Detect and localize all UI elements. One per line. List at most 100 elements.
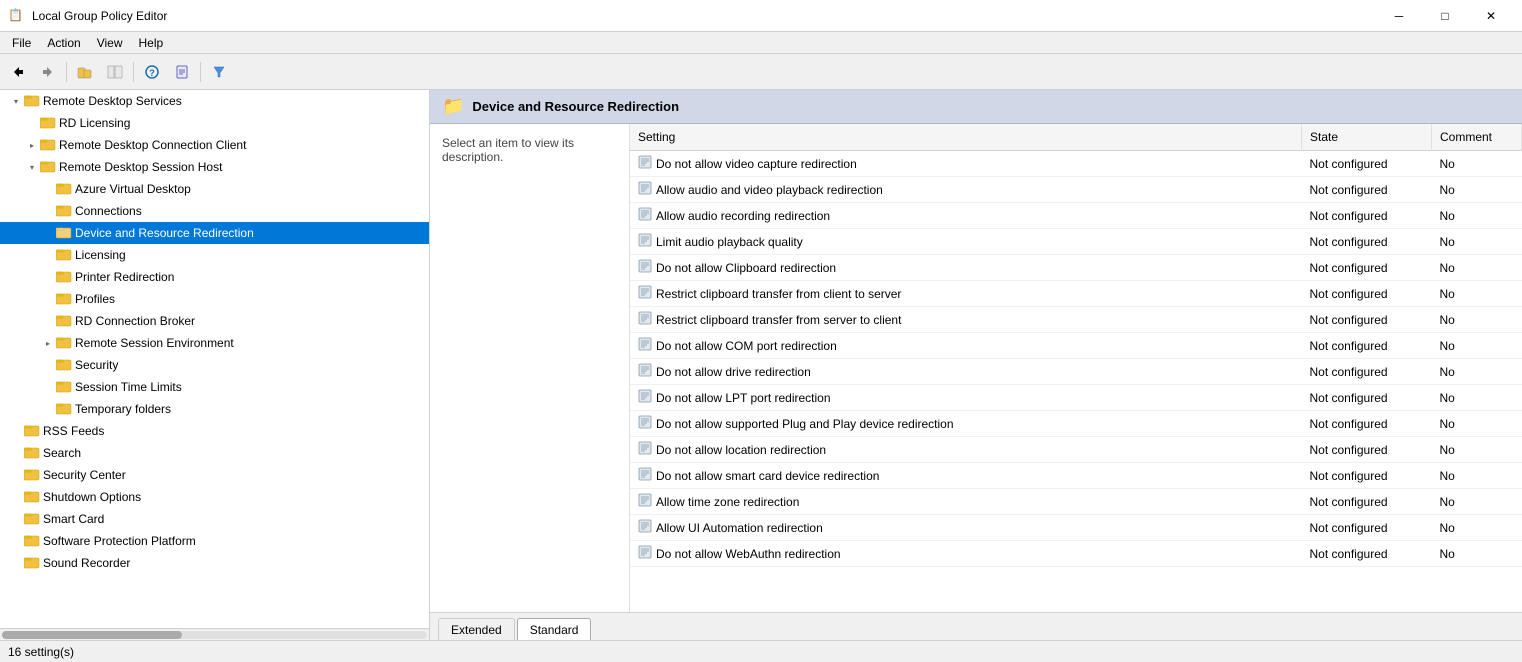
close-button[interactable]: ✕ [1468, 0, 1514, 32]
tree-item-search[interactable]: Search [0, 442, 429, 464]
policy-icon [638, 493, 652, 510]
minimize-button[interactable]: ─ [1376, 0, 1422, 32]
col-header-comment[interactable]: Comment [1432, 124, 1522, 151]
table-row[interactable]: Restrict clipboard transfer from client … [630, 281, 1522, 307]
tree-expand-device-and-resource-redirection [40, 225, 56, 241]
tree-item-connections[interactable]: Connections [0, 200, 429, 222]
policy-icon [638, 389, 652, 406]
table-row[interactable]: Allow UI Automation redirectionNot confi… [630, 515, 1522, 541]
help-icon: ? [145, 65, 159, 79]
col-header-setting[interactable]: Setting [630, 124, 1302, 151]
tree-panel-inner: ▾ Remote Desktop Services RD Licensing▸ … [0, 90, 429, 628]
tree-label-security-center: Security Center [43, 468, 126, 482]
tree-item-remote-desktop-connection-client[interactable]: ▸ Remote Desktop Connection Client [0, 134, 429, 156]
tree-item-device-and-resource-redirection[interactable]: Device and Resource Redirection [0, 222, 429, 244]
policy-icon [638, 467, 652, 484]
menu-help[interactable]: Help [131, 34, 172, 52]
tree-item-remote-session-environment[interactable]: ▸ Remote Session Environment [0, 332, 429, 354]
description-panel: Select an item to view its description. [430, 124, 630, 612]
help-button[interactable]: ? [138, 58, 166, 86]
table-row[interactable]: Allow time zone redirectionNot configure… [630, 489, 1522, 515]
table-row[interactable]: Do not allow WebAuthn redirectionNot con… [630, 541, 1522, 567]
tree-item-rd-licensing[interactable]: RD Licensing [0, 112, 429, 134]
tree-item-temporary-folders[interactable]: Temporary folders [0, 398, 429, 420]
tab-extended[interactable]: Extended [438, 618, 515, 640]
table-header-row: Setting State Comment [630, 124, 1522, 151]
tree-expand-search [8, 445, 24, 461]
tree-item-software-protection-platform[interactable]: Software Protection Platform [0, 530, 429, 552]
menu-bar: File Action View Help [0, 32, 1522, 54]
browse-button[interactable] [71, 58, 99, 86]
tree-label-licensing: Licensing [75, 248, 126, 262]
tree-item-licensing[interactable]: Licensing [0, 244, 429, 266]
tree-item-azure-virtual-desktop[interactable]: Azure Virtual Desktop [0, 178, 429, 200]
folder-icon-remote-desktop-connection-client [40, 137, 56, 153]
tree-expand-printer-redirection [40, 269, 56, 285]
table-row[interactable]: Allow audio and video playback redirecti… [630, 177, 1522, 203]
tree-item-security-center[interactable]: Security Center [0, 464, 429, 486]
tree-item-profiles[interactable]: Profiles [0, 288, 429, 310]
title-bar-title: Local Group Policy Editor [32, 9, 167, 23]
tree-label-rd-connection-broker: RD Connection Broker [75, 314, 195, 328]
tree-item-remote-desktop-services[interactable]: ▾ Remote Desktop Services [0, 90, 429, 112]
table-row[interactable]: Limit audio playback qualityNot configur… [630, 229, 1522, 255]
tree-item-printer-redirection[interactable]: Printer Redirection [0, 266, 429, 288]
tab-standard[interactable]: Standard [517, 618, 592, 640]
tree-item-shutdown-options[interactable]: Shutdown Options [0, 486, 429, 508]
show-hide-tree-icon [107, 65, 123, 79]
folder-icon-rd-licensing [40, 115, 56, 131]
tree-item-security[interactable]: Security [0, 354, 429, 376]
tree-expand-remote-desktop-services[interactable]: ▾ [8, 93, 24, 109]
tree-expand-remote-session-environment[interactable]: ▸ [40, 335, 56, 351]
col-header-state[interactable]: State [1302, 124, 1432, 151]
tree-item-session-time-limits[interactable]: Session Time Limits [0, 376, 429, 398]
menu-action[interactable]: Action [39, 34, 88, 52]
table-row[interactable]: Allow audio recording redirectionNot con… [630, 203, 1522, 229]
table-row[interactable]: Do not allow drive redirectionNot config… [630, 359, 1522, 385]
policy-icon [638, 519, 652, 536]
maximize-button[interactable]: □ [1422, 0, 1468, 32]
table-row[interactable]: Do not allow Clipboard redirectionNot co… [630, 255, 1522, 281]
setting-name: Do not allow COM port redirection [656, 339, 837, 353]
policy-icon [638, 181, 652, 198]
tree-item-remote-desktop-session-host[interactable]: ▾ Remote Desktop Session Host [0, 156, 429, 178]
tree-label-software-protection-platform: Software Protection Platform [43, 534, 196, 548]
tree-label-shutdown-options: Shutdown Options [43, 490, 141, 504]
table-row[interactable]: Do not allow video capture redirectionNo… [630, 151, 1522, 177]
properties-button[interactable] [168, 58, 196, 86]
table-row[interactable]: Do not allow LPT port redirectionNot con… [630, 385, 1522, 411]
folder-icon-shutdown-options [24, 489, 40, 505]
table-row[interactable]: Do not allow location redirectionNot con… [630, 437, 1522, 463]
tree-item-rd-connection-broker[interactable]: RD Connection Broker [0, 310, 429, 332]
tree-horizontal-scrollbar[interactable] [0, 628, 429, 640]
settings-table: Setting State Comment Do not allow video… [630, 124, 1522, 567]
menu-file[interactable]: File [4, 34, 39, 52]
menu-view[interactable]: View [89, 34, 131, 52]
tree-expand-remote-desktop-connection-client[interactable]: ▸ [24, 137, 40, 153]
policy-icon [638, 285, 652, 302]
setting-comment: No [1432, 489, 1522, 515]
back-button[interactable] [4, 58, 32, 86]
main-content: ▾ Remote Desktop Services RD Licensing▸ … [0, 90, 1522, 640]
table-row[interactable]: Do not allow COM port redirectionNot con… [630, 333, 1522, 359]
settings-table-area[interactable]: Setting State Comment Do not allow video… [630, 124, 1522, 612]
table-row[interactable]: Do not allow smart card device redirecti… [630, 463, 1522, 489]
tree-expand-remote-desktop-session-host[interactable]: ▾ [24, 159, 40, 175]
show-hide-tree-button[interactable] [101, 58, 129, 86]
table-row[interactable]: Do not allow supported Plug and Play dev… [630, 411, 1522, 437]
bottom-tabs: Extended Standard [430, 612, 1522, 640]
setting-name: Restrict clipboard transfer from client … [656, 287, 901, 301]
content-header-title: Device and Resource Redirection [472, 99, 679, 114]
filter-button[interactable] [205, 58, 233, 86]
tree-item-sound-recorder[interactable]: Sound Recorder [0, 552, 429, 574]
policy-icon [638, 233, 652, 250]
tree-item-rss-feeds[interactable]: RSS Feeds [0, 420, 429, 442]
forward-button[interactable] [34, 58, 62, 86]
tree-expand-session-time-limits [40, 379, 56, 395]
tree-label-rss-feeds: RSS Feeds [43, 424, 104, 438]
table-row[interactable]: Restrict clipboard transfer from server … [630, 307, 1522, 333]
folder-icon-connections [56, 203, 72, 219]
scrollbar-thumb[interactable] [2, 631, 182, 639]
tree-item-smart-card[interactable]: Smart Card [0, 508, 429, 530]
tree-label-connections: Connections [75, 204, 142, 218]
